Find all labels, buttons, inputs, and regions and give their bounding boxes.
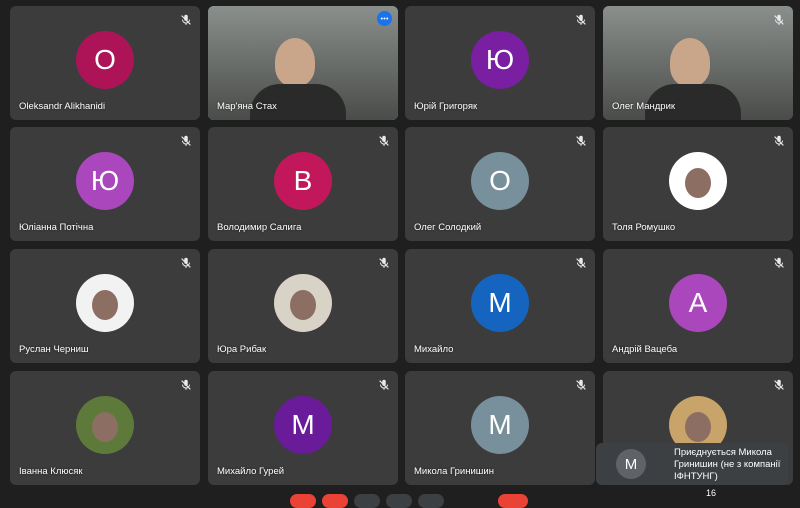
avatar-initial: М — [471, 274, 529, 332]
participant-name: Руслан Черниш — [19, 344, 89, 355]
participant-name: Андрій Вацеба — [612, 344, 678, 355]
participant-name: Михайло Гурей — [217, 466, 285, 477]
participant-grid: O Oleksandr Alikhanidi Мар'яна Стах Ю Юрій Г… — [0, 0, 800, 500]
more-options-icon[interactable] — [377, 11, 392, 26]
mic-off-icon — [574, 378, 588, 392]
mic-off-icon — [377, 134, 391, 148]
avatar-initial: В — [274, 152, 332, 210]
avatar-photo — [669, 152, 727, 210]
mic-off-icon — [574, 134, 588, 148]
participant-name: Oleksandr Alikhanidi — [19, 101, 106, 112]
mic-off-icon — [772, 134, 786, 148]
mic-off-icon — [179, 256, 193, 270]
participant-tile[interactable]: М Михайло Гурей — [208, 371, 398, 485]
participant-name: Юрій Григоряк — [414, 101, 478, 112]
avatar-initial: О — [471, 152, 529, 210]
mic-off-icon — [179, 378, 193, 392]
avatar-photo — [76, 396, 134, 454]
mic-off-icon — [574, 13, 588, 27]
participant-tile[interactable]: O Oleksandr Alikhanidi — [10, 6, 200, 120]
photo-head — [92, 412, 118, 442]
avatar-initial: Ю — [76, 152, 134, 210]
participant-tile[interactable]: О Олег Солодкий — [405, 127, 595, 241]
photo-head — [92, 290, 118, 320]
photo-head — [685, 168, 711, 198]
avatar-photo — [76, 274, 134, 332]
participant-name: Олег Солодкий — [414, 222, 482, 233]
participant-name: Михайло — [414, 344, 454, 355]
avatar-initial: Ю — [471, 31, 529, 89]
avatar-initial: М — [274, 396, 332, 454]
bottom-button-captions[interactable] — [354, 494, 380, 508]
join-notification: М Приєднується Микола Гринишин (не з ком… — [596, 443, 788, 485]
mic-off-icon — [377, 378, 391, 392]
bottom-button-leave[interactable] — [498, 494, 528, 508]
participant-tile[interactable]: Ю Юрій Григоряк — [405, 6, 595, 120]
avatar-photo — [274, 274, 332, 332]
avatar-initial: М — [471, 396, 529, 454]
bottom-button-camera[interactable] — [322, 494, 348, 508]
avatar-initial: O — [76, 31, 134, 89]
photo-head — [685, 412, 711, 442]
participant-tile[interactable]: М Микола Гринишин — [405, 371, 595, 485]
participant-count[interactable]: 16 — [706, 488, 716, 498]
participant-name: Юра Рибак — [217, 344, 267, 355]
bottom-button-present[interactable] — [386, 494, 412, 508]
participant-tile[interactable]: Іванна Клюсяк — [10, 371, 200, 485]
participant-tile[interactable]: Юра Рибак — [208, 249, 398, 363]
photo-head — [290, 290, 316, 320]
participant-name: Толя Ромушко — [612, 222, 676, 233]
participant-tile[interactable]: Толя Ромушко — [603, 127, 793, 241]
toast-message: Приєднується Микола Гринишин (не з компа… — [674, 447, 781, 482]
mic-off-icon — [772, 13, 786, 27]
bottom-button-mic[interactable] — [290, 494, 316, 508]
participant-tile[interactable]: Руслан Черниш — [10, 249, 200, 363]
participant-name: Микола Гринишин — [414, 466, 494, 477]
participant-tile[interactable]: М Михайло — [405, 249, 595, 363]
participant-tile[interactable]: В Володимир Салига — [208, 127, 398, 241]
participant-name: Олег Мандрик — [612, 101, 676, 112]
mic-off-icon — [574, 256, 588, 270]
mic-off-icon — [179, 134, 193, 148]
person-silhouette — [274, 37, 315, 86]
participant-tile[interactable]: Олег Мандрик — [603, 6, 793, 120]
toast-avatar: М — [616, 449, 646, 479]
participant-name: Мар'яна Стах — [217, 101, 277, 112]
mic-off-icon — [377, 256, 391, 270]
mic-off-icon — [772, 378, 786, 392]
bottom-button-more[interactable] — [418, 494, 444, 508]
person-silhouette — [669, 37, 710, 86]
mic-off-icon — [179, 13, 193, 27]
avatar-initial: А — [669, 274, 727, 332]
participant-tile[interactable]: Ю Юліанна Потічна — [10, 127, 200, 241]
participant-tile[interactable]: Мар'яна Стах — [208, 6, 398, 120]
mic-off-icon — [772, 256, 786, 270]
participant-name: Іванна Клюсяк — [19, 466, 83, 477]
participant-name: Володимир Салига — [217, 222, 302, 233]
participant-name: Юліанна Потічна — [19, 222, 94, 233]
participant-tile[interactable]: А Андрій Вацеба — [603, 249, 793, 363]
